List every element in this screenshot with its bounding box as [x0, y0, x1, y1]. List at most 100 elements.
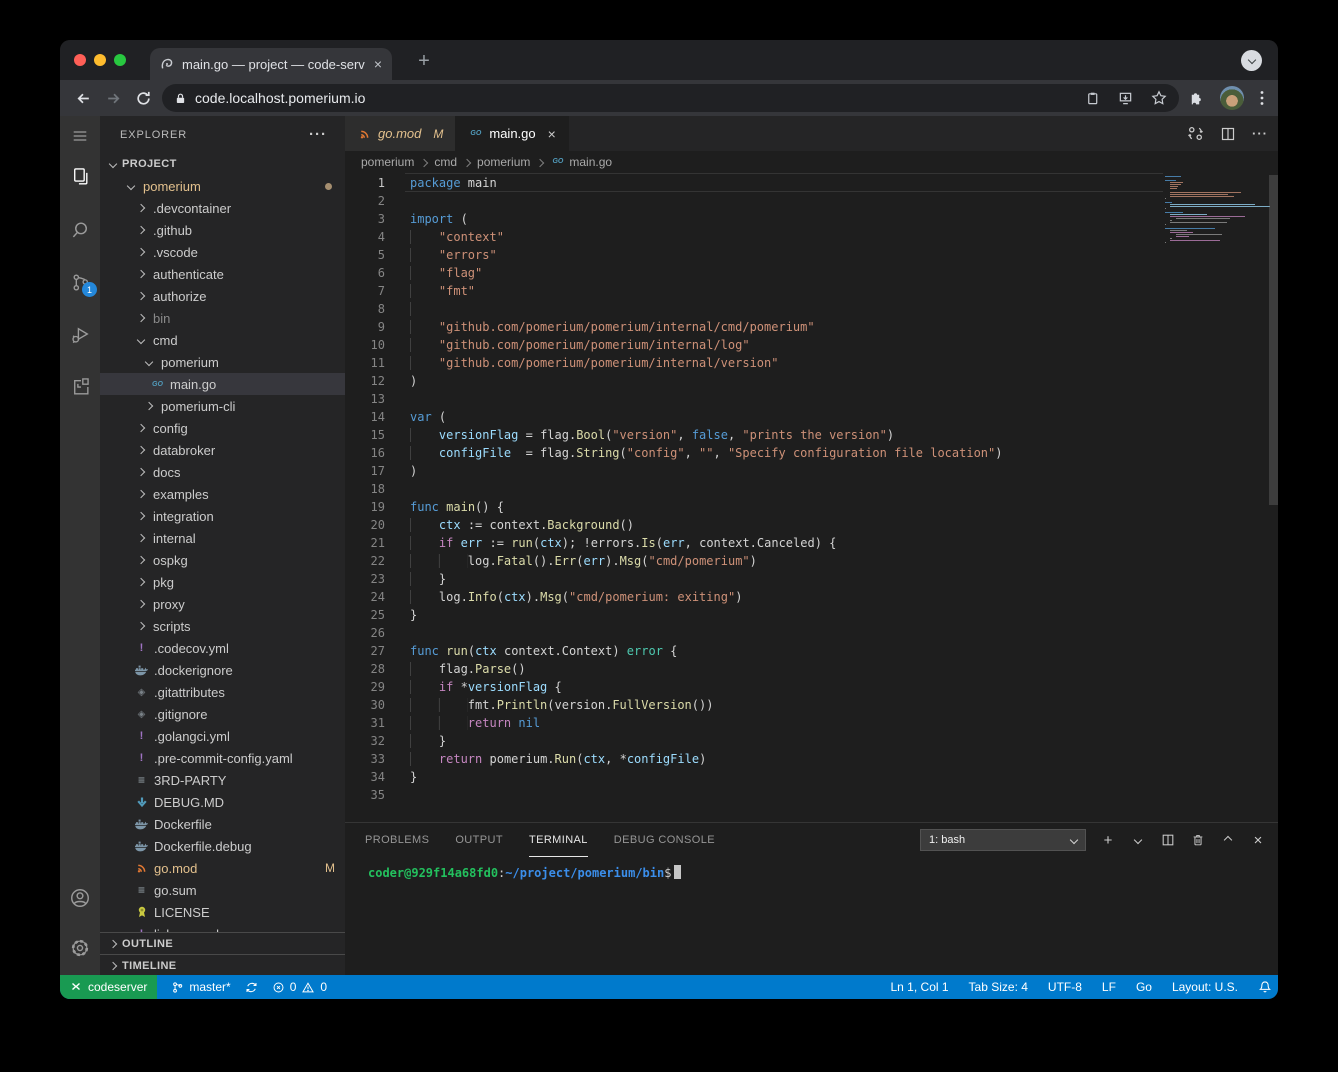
tree-item-scripts[interactable]: scripts: [100, 615, 345, 637]
code-line-16[interactable]: 16 configFile = flag.String("config", ""…: [345, 444, 1278, 462]
status-item[interactable]: Go: [1136, 980, 1152, 994]
status-item[interactable]: Ln 1, Col 1: [891, 980, 949, 994]
code-line-26[interactable]: 26: [345, 624, 1278, 642]
code-line-31[interactable]: 31 return nil: [345, 714, 1278, 732]
breadcrumb-item[interactable]: GOmain.go: [550, 155, 612, 169]
code-line-15[interactable]: 15 versionFlag = flag.Bool("version", fa…: [345, 426, 1278, 444]
code-line-19[interactable]: 19func main() {: [345, 498, 1278, 516]
status-item[interactable]: UTF-8: [1048, 980, 1082, 994]
code-line-27[interactable]: 27func run(ctx context.Context) error {: [345, 642, 1278, 660]
bookmark-star-icon[interactable]: [1151, 90, 1167, 106]
maximize-panel-icon[interactable]: [1220, 832, 1236, 848]
remote-indicator[interactable]: codeserver: [60, 975, 157, 999]
tree-item-proxy[interactable]: proxy: [100, 593, 345, 615]
tree-item-go.sum[interactable]: ≡go.sum: [100, 879, 345, 901]
tree-item-go.mod[interactable]: go.modM: [100, 857, 345, 879]
install-app-icon[interactable]: [1118, 91, 1133, 106]
code-line-17[interactable]: 17): [345, 462, 1278, 480]
source-control-icon[interactable]: 1: [60, 262, 100, 302]
new-tab-button[interactable]: +: [412, 49, 436, 73]
more-actions-icon[interactable]: ···: [309, 126, 327, 143]
editor-tab-go.mod[interactable]: go.modM: [345, 116, 456, 151]
lock-icon[interactable]: [174, 92, 187, 105]
tree-item-ospkg[interactable]: ospkg: [100, 549, 345, 571]
search-icon[interactable]: [60, 209, 100, 249]
code-line-21[interactable]: 21 if err := run(ctx); !errors.Is(err, c…: [345, 534, 1278, 552]
tree-item-lichen.yaml[interactable]: !lichen.yaml: [100, 923, 345, 932]
clipboard-icon[interactable]: [1085, 91, 1100, 106]
code-line-35[interactable]: 35: [345, 786, 1278, 804]
split-terminal-icon[interactable]: [1160, 832, 1176, 848]
panel-tab-debug-console[interactable]: DEBUG CONSOLE: [614, 823, 715, 857]
tree-item-pomerium[interactable]: pomerium: [100, 351, 345, 373]
tree-item-config[interactable]: config: [100, 417, 345, 439]
tree-item-.github[interactable]: .github: [100, 219, 345, 241]
tree-item-.codecov.yml[interactable]: !.codecov.yml: [100, 637, 345, 659]
code-line-24[interactable]: 24 log.Info(ctx).Msg("cmd/pomerium: exit…: [345, 588, 1278, 606]
tree-item-.dockerignore[interactable]: .dockerignore: [100, 659, 345, 681]
reload-button[interactable]: [128, 83, 158, 113]
settings-gear-icon[interactable]: [60, 928, 100, 968]
code-line-11[interactable]: 11 "github.com/pomerium/pomerium/interna…: [345, 354, 1278, 372]
tree-item-databroker[interactable]: databroker: [100, 439, 345, 461]
code-line-2[interactable]: 2: [345, 192, 1278, 210]
tree-item-.golangci.yml[interactable]: !.golangci.yml: [100, 725, 345, 747]
tree-item-main.go[interactable]: GOmain.go: [100, 373, 345, 395]
tree-item-Dockerfile[interactable]: Dockerfile: [100, 813, 345, 835]
tree-item-LICENSE[interactable]: LICENSE: [100, 901, 345, 923]
run-debug-icon[interactable]: [60, 314, 100, 354]
code-line-33[interactable]: 33 return pomerium.Run(ctx, *configFile): [345, 750, 1278, 768]
menu-kebab-icon[interactable]: [1260, 90, 1264, 106]
code-line-14[interactable]: 14var (: [345, 408, 1278, 426]
open-changes-icon[interactable]: [1187, 125, 1204, 142]
extensions-puzzle-icon[interactable]: [1187, 90, 1204, 107]
problems-status[interactable]: 0 0: [272, 980, 327, 994]
tree-item-pomerium-cli[interactable]: pomerium-cli: [100, 395, 345, 417]
code-line-25[interactable]: 25}: [345, 606, 1278, 624]
code-line-8[interactable]: 8: [345, 300, 1278, 318]
code-line-1[interactable]: 1package main: [345, 174, 1278, 192]
tree-item-.vscode[interactable]: .vscode: [100, 241, 345, 263]
code-line-12[interactable]: 12): [345, 372, 1278, 390]
tree-item-integration[interactable]: integration: [100, 505, 345, 527]
tree-item-authorize[interactable]: authorize: [100, 285, 345, 307]
forward-button[interactable]: [98, 83, 128, 113]
close-panel-icon[interactable]: ×: [1250, 832, 1266, 848]
code-line-22[interactable]: 22 log.Fatal().Err(err).Msg("cmd/pomeriu…: [345, 552, 1278, 570]
code-line-3[interactable]: 3import (: [345, 210, 1278, 228]
tree-item-docs[interactable]: docs: [100, 461, 345, 483]
code-line-7[interactable]: 7 "fmt": [345, 282, 1278, 300]
status-item[interactable]: Tab Size: 4: [969, 980, 1028, 994]
panel-tab-terminal[interactable]: TERMINAL: [529, 823, 588, 857]
extensions-icon[interactable]: [60, 366, 100, 406]
kill-terminal-trash-icon[interactable]: [1190, 832, 1206, 848]
code-line-13[interactable]: 13: [345, 390, 1278, 408]
tree-item-.pre-commit-config.yaml[interactable]: !.pre-commit-config.yaml: [100, 747, 345, 769]
close-tab-icon[interactable]: ×: [374, 56, 382, 72]
tree-item-cmd[interactable]: cmd: [100, 329, 345, 351]
code-line-29[interactable]: 29 if *versionFlag {: [345, 678, 1278, 696]
code-line-6[interactable]: 6 "flag": [345, 264, 1278, 282]
tree-item-.gitattributes[interactable]: ◈.gitattributes: [100, 681, 345, 703]
new-terminal-icon[interactable]: +: [1100, 832, 1116, 848]
tree-item-DEBUG.MD[interactable]: DEBUG.MD: [100, 791, 345, 813]
tree-item-3RD-PARTY[interactable]: ≡3RD-PARTY: [100, 769, 345, 791]
code-line-34[interactable]: 34}: [345, 768, 1278, 786]
code-line-32[interactable]: 32 }: [345, 732, 1278, 750]
account-icon[interactable]: [60, 878, 100, 918]
minimap[interactable]: [1165, 176, 1265, 246]
code-line-23[interactable]: 23 }: [345, 570, 1278, 588]
notifications-bell-icon[interactable]: [1258, 980, 1272, 994]
sync-status[interactable]: [245, 981, 258, 994]
close-window-button[interactable]: [74, 54, 86, 66]
minimize-window-button[interactable]: [94, 54, 106, 66]
tree-item-pomerium[interactable]: pomerium: [100, 175, 345, 197]
tree-section-outline[interactable]: OUTLINE: [100, 932, 345, 955]
status-item[interactable]: LF: [1102, 980, 1116, 994]
panel-tab-output[interactable]: OUTPUT: [455, 823, 503, 857]
tree-item-.devcontainer[interactable]: .devcontainer: [100, 197, 345, 219]
editor-tab-main.go[interactable]: GOmain.go×: [456, 116, 568, 151]
code-line-5[interactable]: 5 "errors": [345, 246, 1278, 264]
code-editor[interactable]: 1package main23import (4 "context"5 "err…: [345, 172, 1278, 822]
tree-item-pkg[interactable]: pkg: [100, 571, 345, 593]
